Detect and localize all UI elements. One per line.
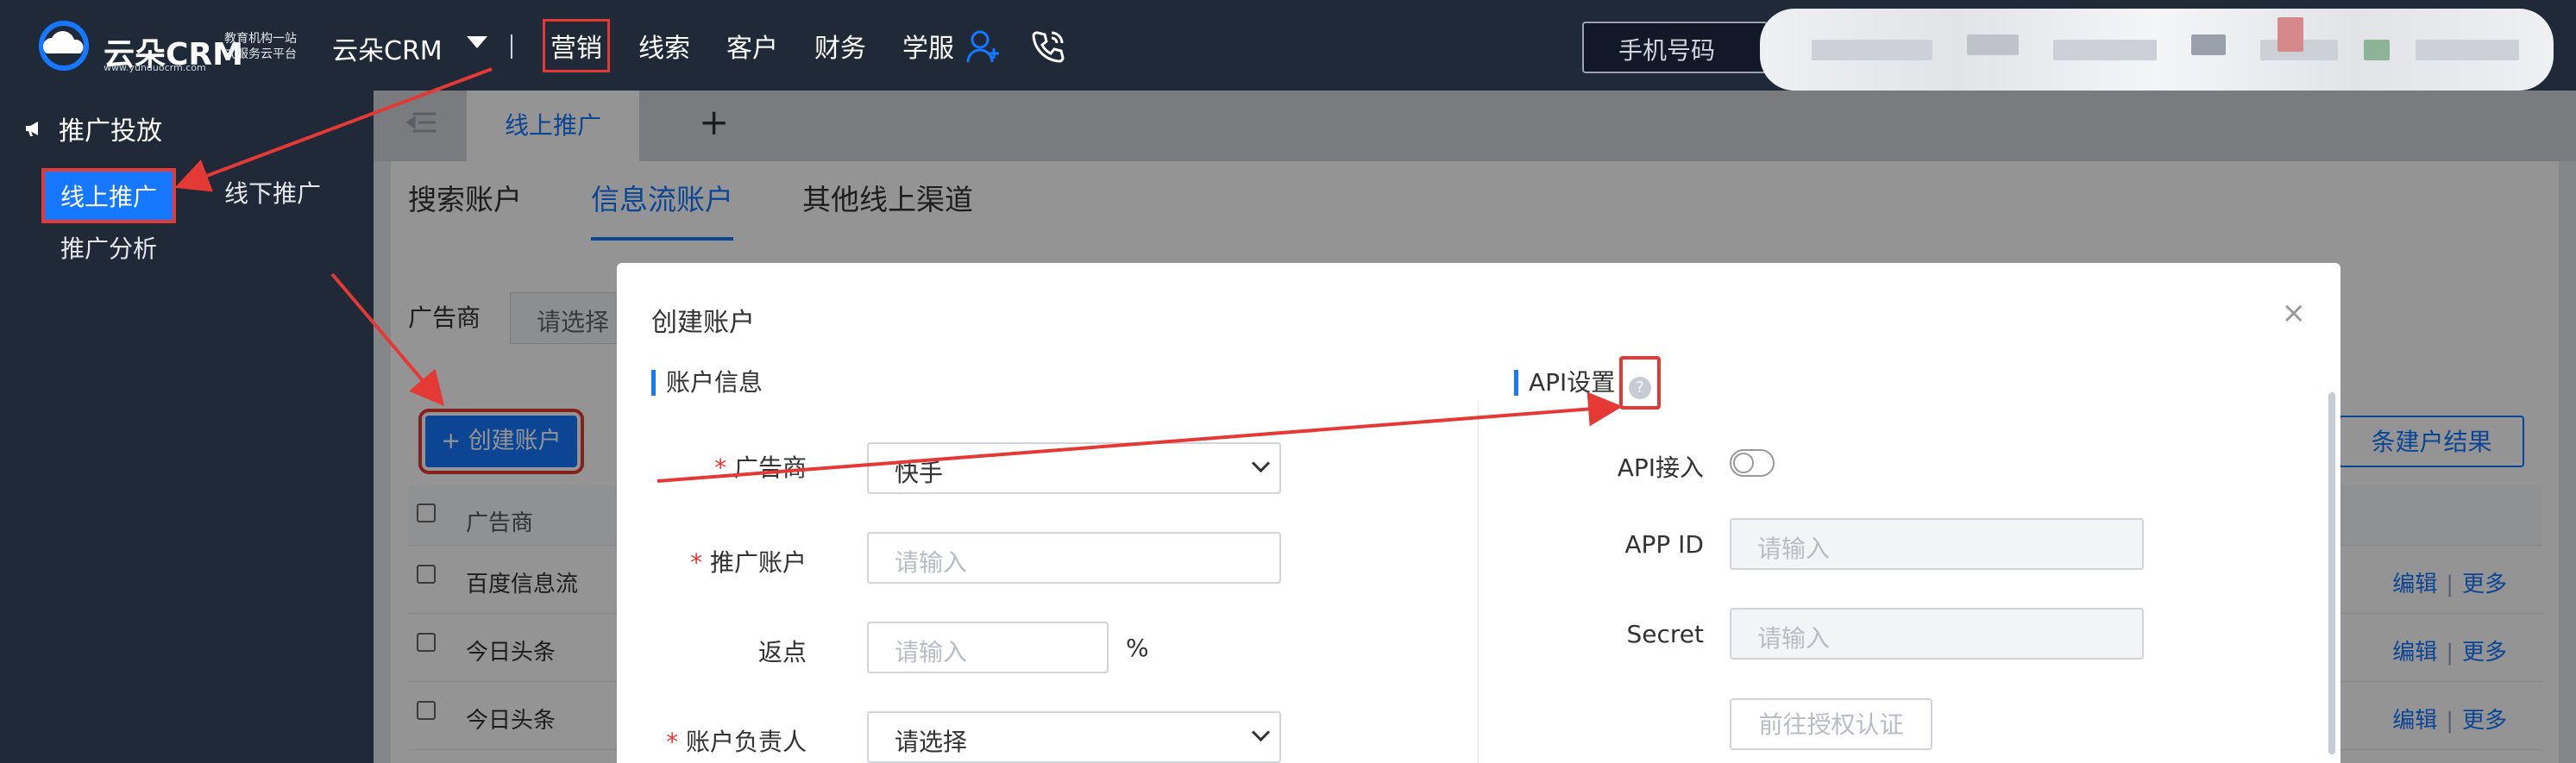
chevron-down-icon[interactable] [467,36,487,48]
org-name[interactable]: 云朵CRM [332,29,443,67]
megaphone-icon [26,122,38,136]
owner-select[interactable]: 请选择 [867,711,1281,763]
label-text: 账户负责人 [685,728,807,756]
brand-url: www.yunduocrm.com [104,62,206,73]
redacted-user-info [1760,9,2554,91]
advertiser-select[interactable]: 快手 [867,442,1281,494]
chevron-down-icon [1251,453,1271,473]
field-label-secret: Secret [1626,620,1705,648]
logo[interactable]: 云朵CRM www.yunduocrm.com 教育机构一站式服务云平台 [35,17,297,78]
required-mark: * [666,728,679,756]
nav-item-marketing[interactable]: 营销 [543,18,610,72]
field-label-rebate: 返点 [757,638,807,666]
field-label-api-access: API接入 [1617,453,1704,482]
label-text: 推广账户 [709,548,807,577]
toggle-knob [1733,453,1754,473]
rebate-input[interactable]: 请输入 [867,622,1109,673]
nav-item-leads[interactable]: 线索 [638,27,690,65]
nav-item-customers[interactable]: 客户 [726,27,778,65]
account-input[interactable]: 请输入 [867,532,1281,584]
nav-item-finance[interactable]: 财务 [814,27,866,65]
modal-scrollbar[interactable] [2328,392,2335,754]
field-label-app-id: APP ID [1624,530,1704,559]
question-circle-icon[interactable]: ? [1629,377,1651,399]
section-account-info: 账户信息 [651,370,763,396]
section-divider [1478,401,1479,763]
sidebar-section-label: 推广投放 [59,116,162,147]
nav-divider [511,34,512,59]
field-label-advertiser: * 广告商 [617,449,807,484]
sidebar-section-promotion[interactable]: 推广投放 [24,109,162,147]
nav-item-student-service[interactable]: 学服 [902,27,954,65]
authorize-button[interactable]: 前往授权认证 [1730,698,1932,750]
brand-slogan: 教育机构一站式服务云平台 [224,32,297,61]
phone-call-icon[interactable] [1029,28,1067,66]
modal-title: 创建账户 [651,308,755,338]
close-icon[interactable]: × [2282,296,2307,330]
field-label-owner: * 账户负责人 [617,723,807,758]
field-label-account: * 推广账户 [617,544,807,579]
api-access-toggle[interactable] [1730,449,1775,477]
rebate-unit: % [1126,634,1149,662]
required-mark: * [690,548,703,577]
required-mark: * [714,453,727,482]
label-text: 广告商 [733,453,807,482]
main-nav: 营销 线索 客户 财务 学服 [543,0,990,91]
sidebar-item-online-promotion[interactable]: 线上推广 [41,168,177,223]
user-add-icon[interactable] [964,28,1002,66]
advertiser-select-value: 快手 [895,459,944,487]
app-id-input[interactable]: 请输入 [1730,518,2144,570]
phone-search-input[interactable]: 手机号码 [1582,22,1768,73]
owner-select-value: 请选择 [895,728,968,756]
chevron-down-icon [1251,722,1271,742]
cloud-logo-icon [39,21,89,71]
sidebar-item-offline-promotion[interactable]: 线下推广 [224,175,321,210]
secret-input[interactable]: 请输入 [1730,608,2144,660]
section-api-settings: API设置 [1514,370,1615,396]
create-account-modal: 创建账户 × 账户信息 API设置 ? * 广告商 快手 * 推广账户 请输入 … [617,263,2340,763]
sidebar-item-promotion-analysis[interactable]: 推广分析 [60,230,157,265]
top-bar: 云朵CRM www.yunduocrm.com 教育机构一站式服务云平台 云朵C… [0,0,2576,91]
sidebar: 推广投放 线上推广 线下推广 推广分析 [0,91,374,763]
